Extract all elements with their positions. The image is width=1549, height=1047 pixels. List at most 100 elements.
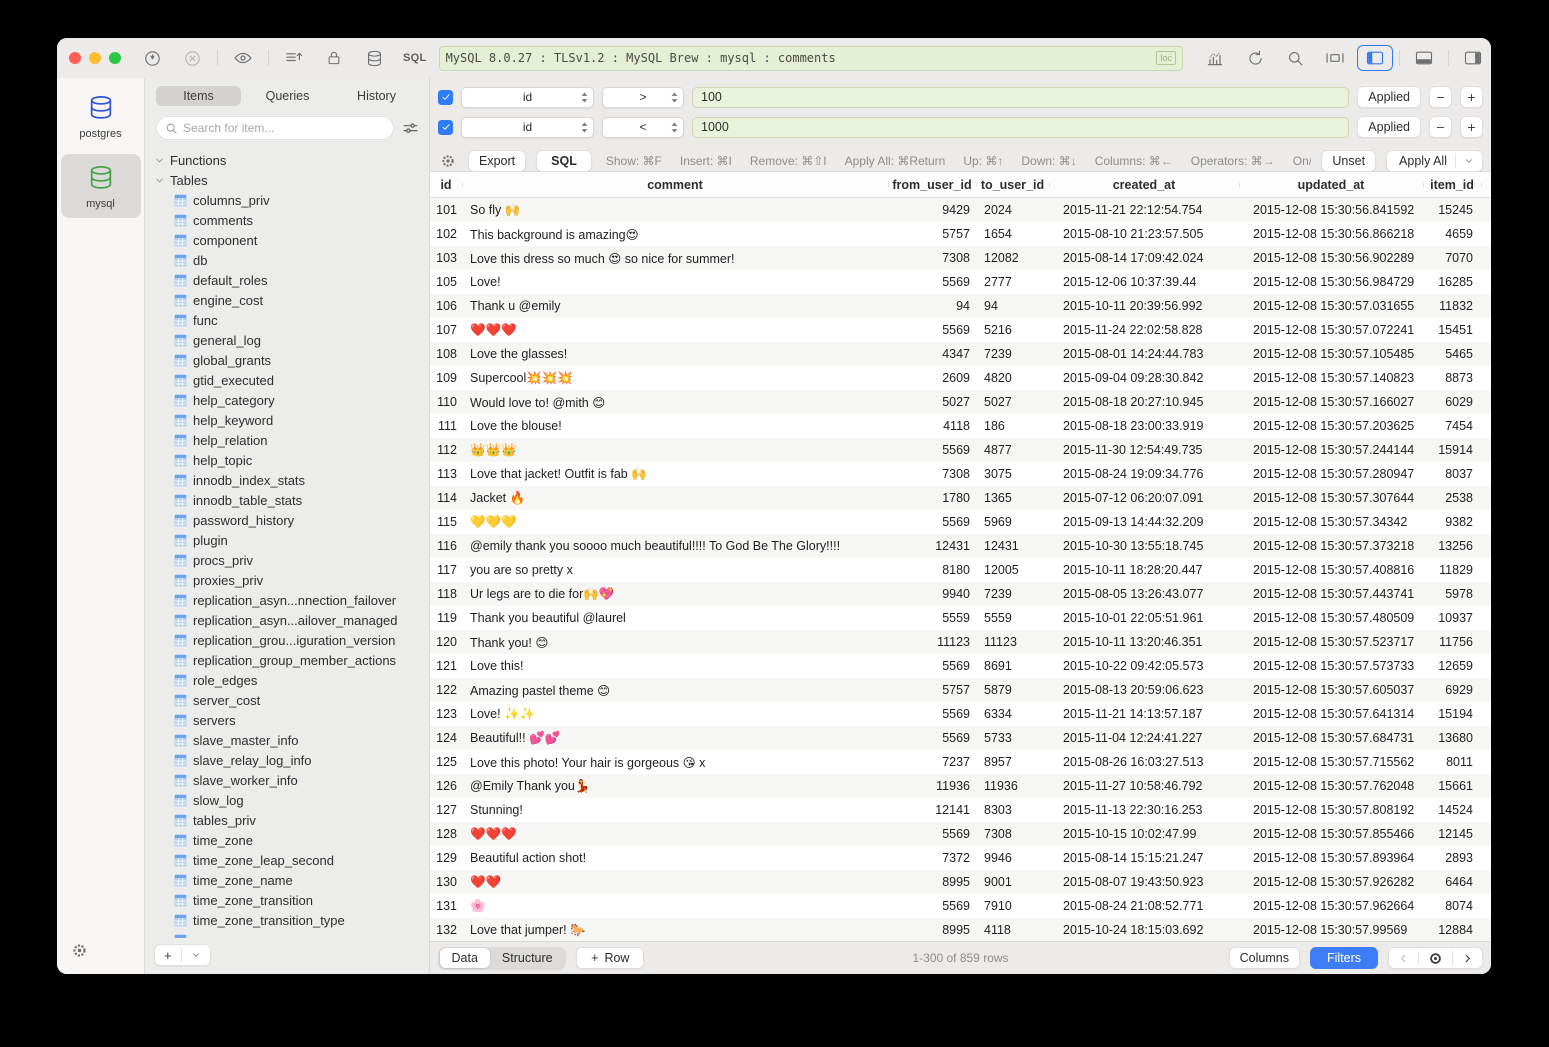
cell-is[interactable] — [1481, 342, 1491, 366]
cell-is[interactable] — [1481, 246, 1491, 270]
filter-settings-gear-icon[interactable] — [438, 153, 458, 169]
table-row[interactable]: 119 Thank you beautiful @laurel 5559 555… — [430, 606, 1491, 630]
cell-comment[interactable]: Love that jacket! Outfit is fab 🙌 — [462, 462, 888, 486]
table-list-item[interactable]: time_zone_transition — [154, 890, 429, 910]
table-row[interactable]: 115 💛💛💛 5569 5969 2015-09-13 14:44:32.20… — [430, 510, 1491, 534]
cell-updated-at[interactable]: 2015-12-08 15:30:57.762048 — [1239, 774, 1423, 798]
minimize-window-button[interactable] — [89, 52, 101, 64]
table-list-item[interactable]: procs_priv — [154, 550, 429, 570]
cell-is[interactable] — [1481, 582, 1491, 606]
add-item-button[interactable]: + — [155, 948, 181, 963]
cell-is[interactable] — [1481, 846, 1491, 870]
cell-updated-at[interactable]: 2015-12-08 15:30:57.715562 — [1239, 750, 1423, 774]
cell-item-id[interactable]: 2893 — [1423, 846, 1481, 870]
cell-is[interactable] — [1481, 438, 1491, 462]
table-row[interactable]: 114 Jacket 🔥 1780 1365 2015-07-12 06:20:… — [430, 486, 1491, 510]
cell-id[interactable]: 119 — [430, 606, 462, 630]
cell-comment[interactable]: Beautiful action shot! — [462, 846, 888, 870]
cell-created-at[interactable]: 2015-12-06 10:37:39.44 — [1049, 270, 1239, 294]
table-list-item[interactable]: help_relation — [154, 430, 429, 450]
table-list-item[interactable]: innodb_table_stats — [154, 490, 429, 510]
cell-updated-at[interactable]: 2015-12-08 15:30:57.443741 — [1239, 582, 1423, 606]
cell-created-at[interactable]: 2015-10-24 18:15:03.692 — [1049, 918, 1239, 941]
cell-comment[interactable]: Would love to! @mith 😊 — [462, 390, 888, 414]
cell-to-user-id[interactable]: 2024 — [976, 198, 1049, 222]
refresh-icon[interactable] — [1237, 45, 1273, 71]
column-header-to-user-id[interactable]: to_user_id — [976, 178, 1049, 192]
cell-id[interactable]: 114 — [430, 486, 462, 510]
cell-is[interactable] — [1481, 654, 1491, 678]
cell-comment[interactable]: Amazing pastel theme 😊 — [462, 678, 888, 702]
cell-updated-at[interactable]: 2015-12-08 15:30:57.605037 — [1239, 678, 1423, 702]
cell-created-at[interactable]: 2015-10-30 13:55:18.745 — [1049, 534, 1239, 558]
cell-item-id[interactable]: 9382 — [1423, 510, 1481, 534]
cell-to-user-id[interactable]: 5559 — [976, 606, 1049, 630]
cell-item-id[interactable]: 16285 — [1423, 270, 1481, 294]
cell-to-user-id[interactable]: 5733 — [976, 726, 1049, 750]
cell-updated-at[interactable]: 2015-12-08 15:30:57.523717 — [1239, 630, 1423, 654]
tree-group-functions[interactable]: Functions — [154, 150, 429, 170]
cell-created-at[interactable]: 2015-11-30 12:54:49.735 — [1049, 438, 1239, 462]
cell-is[interactable] — [1481, 510, 1491, 534]
table-list-item[interactable]: user — [154, 930, 429, 938]
cell-id[interactable]: 125 — [430, 750, 462, 774]
table-row[interactable]: 113 Love that jacket! Outfit is fab 🙌 73… — [430, 462, 1491, 486]
cell-item-id[interactable]: 10937 — [1423, 606, 1481, 630]
cell-comment[interactable]: Supercool💥💥💥 — [462, 366, 888, 390]
table-list-item[interactable]: plugin — [154, 530, 429, 550]
table-list-item[interactable]: help_keyword — [154, 410, 429, 430]
sql-button[interactable]: SQL — [536, 150, 592, 172]
cell-to-user-id[interactable]: 5879 — [976, 678, 1049, 702]
cell-item-id[interactable]: 11832 — [1423, 294, 1481, 318]
cell-updated-at[interactable]: 2015-12-08 15:30:57.808192 — [1239, 798, 1423, 822]
filters-button[interactable]: Filters — [1310, 947, 1378, 969]
cell-is[interactable] — [1481, 918, 1491, 941]
filter-value-input[interactable]: 1000 — [692, 117, 1349, 138]
cell-id[interactable]: 110 — [430, 390, 462, 414]
cell-id[interactable]: 122 — [430, 678, 462, 702]
cell-created-at[interactable]: 2015-08-14 15:15:21.247 — [1049, 846, 1239, 870]
cell-is[interactable] — [1481, 558, 1491, 582]
cell-is[interactable] — [1481, 390, 1491, 414]
table-row[interactable]: 112 👑👑👑 5569 4877 2015-11-30 12:54:49.73… — [430, 438, 1491, 462]
cell-is[interactable] — [1481, 630, 1491, 654]
cell-created-at[interactable]: 2015-11-27 10:58:46.792 — [1049, 774, 1239, 798]
toggle-right-panel-icon[interactable] — [1455, 45, 1491, 71]
toggle-bottom-panel-icon[interactable] — [1406, 45, 1442, 71]
cell-comment[interactable]: Love this! — [462, 654, 888, 678]
cell-from-user-id[interactable]: 5569 — [888, 318, 976, 342]
cell-created-at[interactable]: 2015-11-21 22:12:54.754 — [1049, 198, 1239, 222]
cell-from-user-id[interactable]: 5569 — [888, 726, 976, 750]
cell-from-user-id[interactable]: 9940 — [888, 582, 976, 606]
cell-item-id[interactable]: 7454 — [1423, 414, 1481, 438]
cell-created-at[interactable]: 2015-11-21 14:13:57.187 — [1049, 702, 1239, 726]
cell-comment[interactable]: Ur legs are to die for🙌💖 — [462, 582, 888, 606]
cell-to-user-id[interactable]: 9946 — [976, 846, 1049, 870]
cell-comment[interactable]: Love! ✨✨ — [462, 702, 888, 726]
cell-id[interactable]: 127 — [430, 798, 462, 822]
cell-id[interactable]: 130 — [430, 870, 462, 894]
table-list-item[interactable]: engine_cost — [154, 290, 429, 310]
filter-enabled-checkbox[interactable] — [438, 120, 453, 135]
cell-to-user-id[interactable]: 12005 — [976, 558, 1049, 582]
cell-to-user-id[interactable]: 8303 — [976, 798, 1049, 822]
add-item-menu-button[interactable] — [182, 950, 210, 960]
cell-updated-at[interactable]: 2015-12-08 15:30:57.893964 — [1239, 846, 1423, 870]
cell-comment[interactable]: @emily thank you soooo much beautiful!!!… — [462, 534, 888, 558]
cell-from-user-id[interactable]: 2609 — [888, 366, 976, 390]
table-row[interactable]: 121 Love this! 5569 8691 2015-10-22 09:4… — [430, 654, 1491, 678]
cell-comment[interactable]: @Emily Thank you💃 — [462, 774, 888, 798]
cell-from-user-id[interactable]: 5569 — [888, 270, 976, 294]
toggle-left-panel-icon[interactable] — [1357, 45, 1393, 71]
next-page-button[interactable] — [1453, 948, 1482, 968]
cell-to-user-id[interactable]: 3075 — [976, 462, 1049, 486]
cell-updated-at[interactable]: 2015-12-08 15:30:57.166027 — [1239, 390, 1423, 414]
tab-queries[interactable]: Queries — [245, 86, 330, 106]
cell-comment[interactable]: Love the blouse! — [462, 414, 888, 438]
cell-is[interactable] — [1481, 534, 1491, 558]
cell-item-id[interactable]: 5465 — [1423, 342, 1481, 366]
cell-from-user-id[interactable]: 7308 — [888, 462, 976, 486]
cell-to-user-id[interactable]: 9001 — [976, 870, 1049, 894]
cell-created-at[interactable]: 2015-08-10 21:23:57.505 — [1049, 222, 1239, 246]
table-list-item[interactable]: time_zone — [154, 830, 429, 850]
